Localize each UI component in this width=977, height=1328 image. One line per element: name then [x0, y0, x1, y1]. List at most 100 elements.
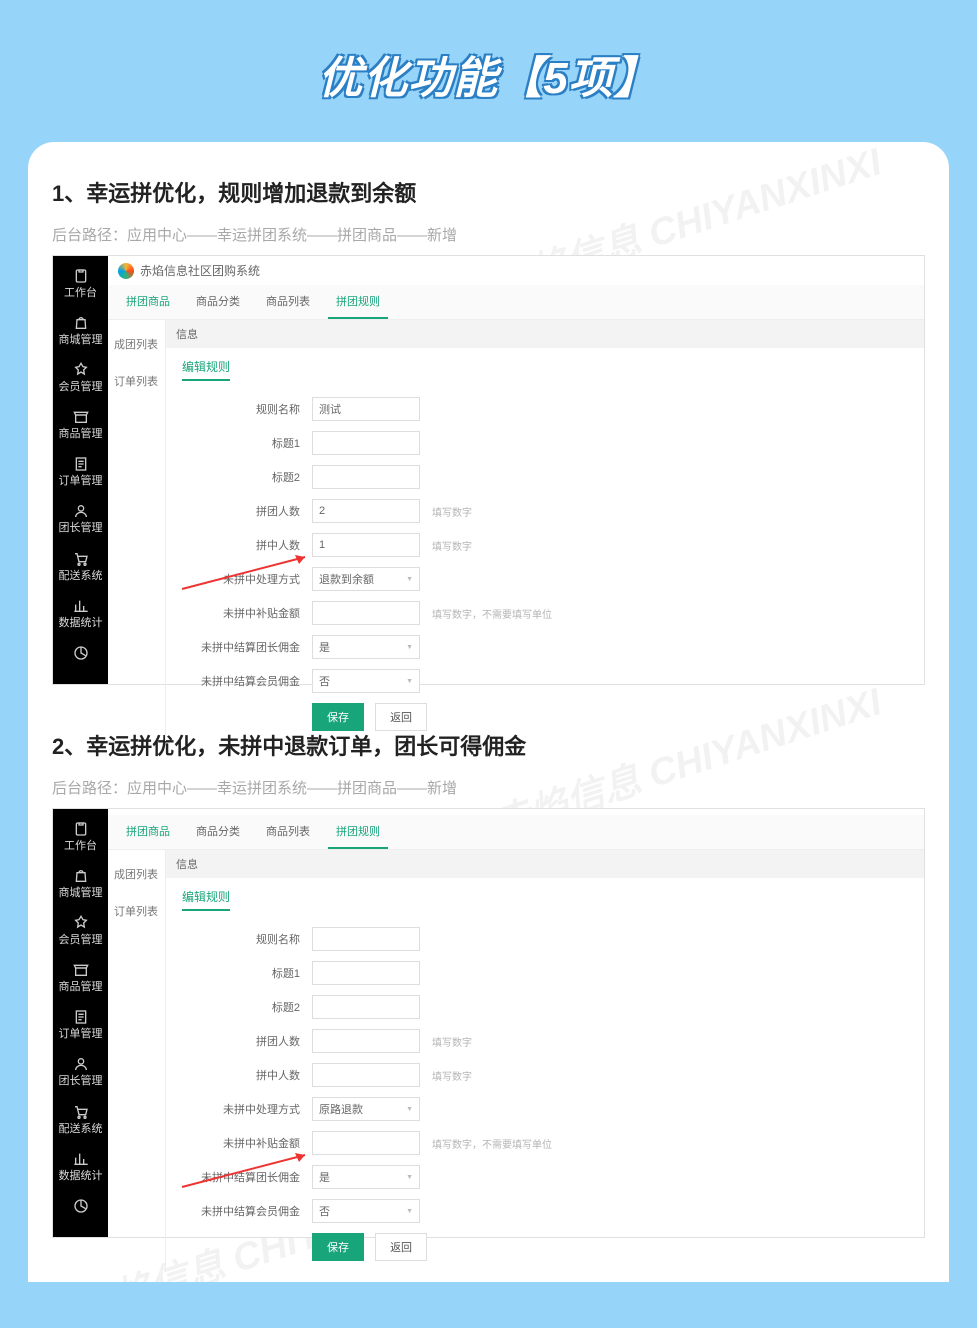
form-panel: 信息 编辑规则 规则名称测试 标题1 标题2 拼团人数2填写数字 拼中人数1填写… — [166, 320, 924, 741]
input-title1[interactable] — [312, 961, 420, 985]
label-title1: 标题1 — [182, 965, 312, 981]
admin-sidebar: 工作台 商城管理 会员管理 商品管理 订单管理 团长管理 配送系统 数据统计 — [53, 256, 108, 684]
subnav-grouplist[interactable]: 成团列表 — [108, 326, 165, 363]
admin-sidebar: 工作台 商城管理 会员管理 商品管理 订单管理 团长管理 配送系统 数据统计 — [53, 809, 108, 1237]
tab-rule[interactable]: 拼团规则 — [328, 815, 388, 849]
clipboard-icon — [73, 821, 89, 837]
tab-goods[interactable]: 拼团商品 — [118, 285, 178, 319]
brand-text: 赤焰信息社区团购系统 — [140, 262, 260, 279]
sidebar-item-leader[interactable]: 团长管理 — [59, 495, 103, 542]
subnav-orderlist[interactable]: 订单列表 — [108, 363, 165, 400]
sidebar-item-label: 商品管理 — [59, 428, 103, 440]
sub-nav: 成团列表 订单列表 — [108, 850, 166, 1271]
input-title1[interactable] — [312, 431, 420, 455]
hint-unwin-amount: 填写数字，不需要填写单位 — [432, 1136, 552, 1151]
select-member-comm[interactable]: 否▼ — [312, 1199, 420, 1223]
doc-icon — [73, 456, 89, 472]
input-rule-name[interactable]: 测试 — [312, 397, 420, 421]
label-title1: 标题1 — [182, 435, 312, 451]
label-group-count: 拼团人数 — [182, 1033, 312, 1049]
save-button[interactable]: 保存 — [312, 1233, 364, 1261]
sidebar-item-workbench[interactable]: 工作台 — [64, 260, 97, 307]
hint-win-count: 填写数字 — [432, 538, 472, 553]
sidebar-item-label: 配送系统 — [59, 570, 103, 582]
select-unwin-method[interactable]: 原路退款▼ — [312, 1097, 420, 1121]
select-leader-comm[interactable]: 是▼ — [312, 635, 420, 659]
tab-list[interactable]: 商品列表 — [258, 815, 318, 849]
input-group-count[interactable] — [312, 1029, 420, 1053]
subnav-grouplist[interactable]: 成团列表 — [108, 856, 165, 893]
tab-rule[interactable]: 拼团规则 — [328, 285, 388, 319]
tab-category[interactable]: 商品分类 — [188, 815, 248, 849]
sidebar-item-member[interactable]: 会员管理 — [59, 354, 103, 401]
sidebar-item-goods[interactable]: 商品管理 — [59, 401, 103, 448]
subnav-orderlist[interactable]: 订单列表 — [108, 893, 165, 930]
brand-logo-icon — [118, 263, 134, 279]
panel-header: 信息 — [166, 320, 924, 348]
clipboard-icon — [73, 268, 89, 284]
sidebar-item-mall[interactable]: 商城管理 — [59, 860, 103, 907]
form-panel: 信息 编辑规则 规则名称 标题1 标题2 拼团人数填写数字 拼中人数填写数字 未… — [166, 850, 924, 1271]
edit-rule-crumb: 编辑规则 — [182, 358, 230, 381]
sidebar-item-label: 会员管理 — [59, 934, 103, 946]
breadcrumb-path: 后台路径：应用中心——幸运拼团系统——拼团商品——新增 — [52, 777, 925, 798]
back-button[interactable]: 返回 — [375, 703, 427, 731]
save-button[interactable]: 保存 — [312, 703, 364, 731]
sidebar-item-more[interactable] — [73, 1190, 89, 1225]
panel-header: 信息 — [166, 850, 924, 878]
sidebar-item-label: 商品管理 — [59, 981, 103, 993]
hint-group-count: 填写数字 — [432, 1034, 472, 1049]
shop-icon — [73, 962, 89, 978]
sidebar-item-stats[interactable]: 数据统计 — [59, 590, 103, 637]
label-win-count: 拼中人数 — [182, 537, 312, 553]
sidebar-item-mall[interactable]: 商城管理 — [59, 307, 103, 354]
chevron-down-icon: ▼ — [406, 1174, 413, 1181]
label-rule-name: 规则名称 — [182, 931, 312, 947]
input-group-count[interactable]: 2 — [312, 499, 420, 523]
cart-icon — [73, 1104, 89, 1120]
sidebar-item-member[interactable]: 会员管理 — [59, 907, 103, 954]
section-2: 2、幸运拼优化，未拼中退款订单，团长可得佣金 后台路径：应用中心——幸运拼团系统… — [52, 729, 925, 1238]
input-unwin-amount[interactable] — [312, 601, 420, 625]
label-title2: 标题2 — [182, 999, 312, 1015]
user-icon — [73, 503, 89, 519]
sidebar-item-goods[interactable]: 商品管理 — [59, 954, 103, 1001]
sidebar-item-delivery[interactable]: 配送系统 — [59, 1096, 103, 1143]
sidebar-item-delivery[interactable]: 配送系统 — [59, 543, 103, 590]
label-rule-name: 规则名称 — [182, 401, 312, 417]
sidebar-item-order[interactable]: 订单管理 — [59, 1001, 103, 1048]
tab-list[interactable]: 商品列表 — [258, 285, 318, 319]
sidebar-item-label: 数据统计 — [59, 1170, 103, 1182]
sidebar-item-label: 配送系统 — [59, 1123, 103, 1135]
sidebar-item-leader[interactable]: 团长管理 — [59, 1048, 103, 1095]
brand-bar: 赤焰信息社区团购系统 — [108, 256, 924, 285]
sidebar-item-more[interactable] — [73, 637, 89, 672]
select-unwin-method[interactable]: 退款到余额▼ — [312, 567, 420, 591]
bar-icon — [73, 1151, 89, 1167]
input-win-count[interactable]: 1 — [312, 533, 420, 557]
input-win-count[interactable] — [312, 1063, 420, 1087]
tab-category[interactable]: 商品分类 — [188, 285, 248, 319]
chevron-down-icon: ▼ — [406, 644, 413, 651]
input-rule-name[interactable] — [312, 927, 420, 951]
label-unwin-method: 未拼中处理方式 — [182, 571, 312, 587]
sidebar-item-order[interactable]: 订单管理 — [59, 448, 103, 495]
chevron-down-icon: ▼ — [406, 1106, 413, 1113]
sidebar-item-label: 数据统计 — [59, 617, 103, 629]
pie-icon — [73, 1198, 89, 1214]
sidebar-item-label: 工作台 — [64, 287, 97, 299]
input-title2[interactable] — [312, 465, 420, 489]
sidebar-item-stats[interactable]: 数据统计 — [59, 1143, 103, 1190]
input-unwin-amount[interactable] — [312, 1131, 420, 1155]
select-member-comm[interactable]: 否▼ — [312, 669, 420, 693]
sidebar-item-workbench[interactable]: 工作台 — [64, 813, 97, 860]
hint-group-count: 填写数字 — [432, 504, 472, 519]
sidebar-item-label: 商城管理 — [59, 887, 103, 899]
tab-goods[interactable]: 拼团商品 — [118, 815, 178, 849]
hint-win-count: 填写数字 — [432, 1068, 472, 1083]
cart-icon — [73, 551, 89, 567]
input-title2[interactable] — [312, 995, 420, 1019]
select-leader-comm[interactable]: 是▼ — [312, 1165, 420, 1189]
back-button[interactable]: 返回 — [375, 1233, 427, 1261]
hint-unwin-amount: 填写数字，不需要填写单位 — [432, 606, 552, 621]
